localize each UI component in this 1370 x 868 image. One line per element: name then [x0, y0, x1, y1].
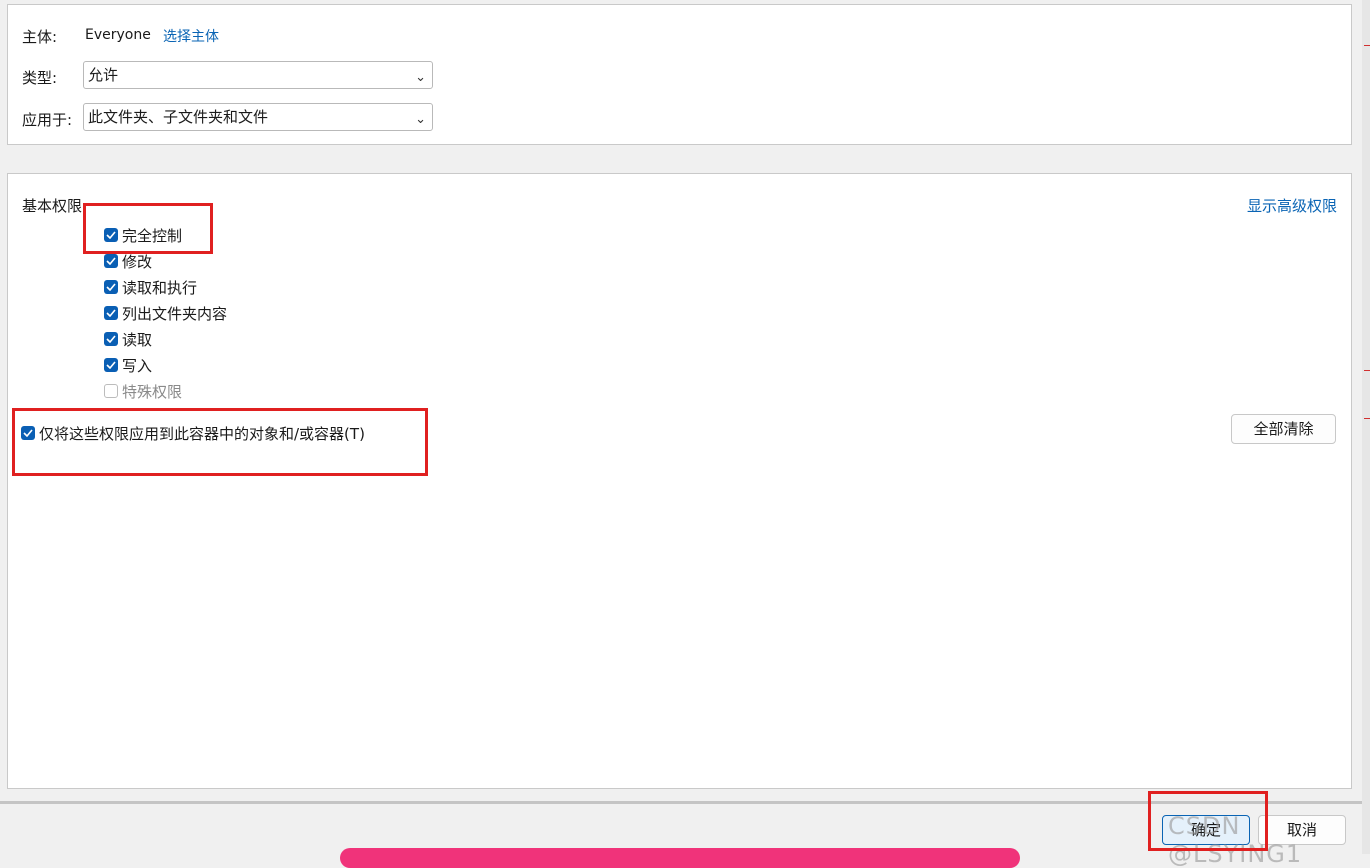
- apply-only-to-container-checkbox[interactable]: 仅将这些权限应用到此容器中的对象和/或容器(T): [21, 422, 365, 444]
- permission-modify-checkbox[interactable]: 修改: [104, 250, 152, 272]
- clear-all-button[interactable]: 全部清除: [1231, 414, 1336, 444]
- select-principal-link[interactable]: 选择主体: [163, 26, 219, 46]
- chevron-down-icon: ⌄: [415, 70, 426, 85]
- applies-to-label: 应用于:: [22, 111, 73, 129]
- background-window-edge: [1362, 0, 1370, 854]
- permission-label: 列出文件夹内容: [122, 304, 228, 323]
- checkmark-icon: [104, 228, 118, 242]
- checkmark-icon: [104, 332, 118, 346]
- type-select[interactable]: 允许 ⌄: [83, 61, 433, 89]
- permission-label: 写入: [122, 356, 153, 375]
- ok-button[interactable]: 确定: [1162, 815, 1250, 845]
- basic-permissions-title: 基本权限: [22, 197, 83, 215]
- chevron-down-icon: ⌄: [415, 112, 426, 127]
- footer-divider: [0, 801, 1362, 804]
- permission-full-control-checkbox[interactable]: 完全控制: [104, 224, 182, 246]
- checkmark-icon: [104, 280, 118, 294]
- permission-label: 完全控制: [122, 226, 183, 245]
- principal-name: Everyone: [85, 27, 151, 43]
- checkmark-icon: [104, 254, 118, 268]
- type-label: 类型:: [22, 69, 58, 87]
- type-select-value: 允许: [88, 66, 119, 84]
- permissions-panel: 基本权限 显示高级权限 完全控制 修改 读取和执行 列出文件夹内容 读取 写入 …: [7, 173, 1352, 789]
- permission-label: 读取和执行: [122, 278, 198, 297]
- checkbox-empty-icon: [104, 384, 118, 398]
- permission-write-checkbox[interactable]: 写入: [104, 354, 152, 376]
- principal-label: 主体:: [22, 28, 58, 46]
- applies-to-select[interactable]: 此文件夹、子文件夹和文件 ⌄: [83, 103, 433, 131]
- show-advanced-permissions-link[interactable]: 显示高级权限: [1247, 195, 1337, 216]
- background-window-mark: [1364, 45, 1370, 46]
- permission-special-checkbox: 特殊权限: [104, 380, 182, 402]
- permission-label: 读取: [122, 330, 153, 349]
- overlay-bar: [340, 848, 1020, 868]
- apply-only-label: 仅将这些权限应用到此容器中的对象和/或容器(T): [39, 424, 365, 443]
- permission-read-execute-checkbox[interactable]: 读取和执行: [104, 276, 197, 298]
- principal-panel: 主体: Everyone 选择主体 类型: 允许 ⌄ 应用于: 此文件夹、子文件…: [7, 4, 1352, 145]
- permission-label: 特殊权限: [122, 382, 183, 401]
- background-window-mark: [1364, 418, 1370, 419]
- background-window-mark: [1364, 370, 1370, 371]
- checkmark-icon: [104, 358, 118, 372]
- permission-label: 修改: [122, 252, 153, 271]
- checkmark-icon: [21, 426, 35, 440]
- permission-read-checkbox[interactable]: 读取: [104, 328, 152, 350]
- applies-to-select-value: 此文件夹、子文件夹和文件: [88, 108, 269, 126]
- permission-list-folder-checkbox[interactable]: 列出文件夹内容: [104, 302, 227, 324]
- checkmark-icon: [104, 306, 118, 320]
- cancel-button[interactable]: 取消: [1258, 815, 1346, 845]
